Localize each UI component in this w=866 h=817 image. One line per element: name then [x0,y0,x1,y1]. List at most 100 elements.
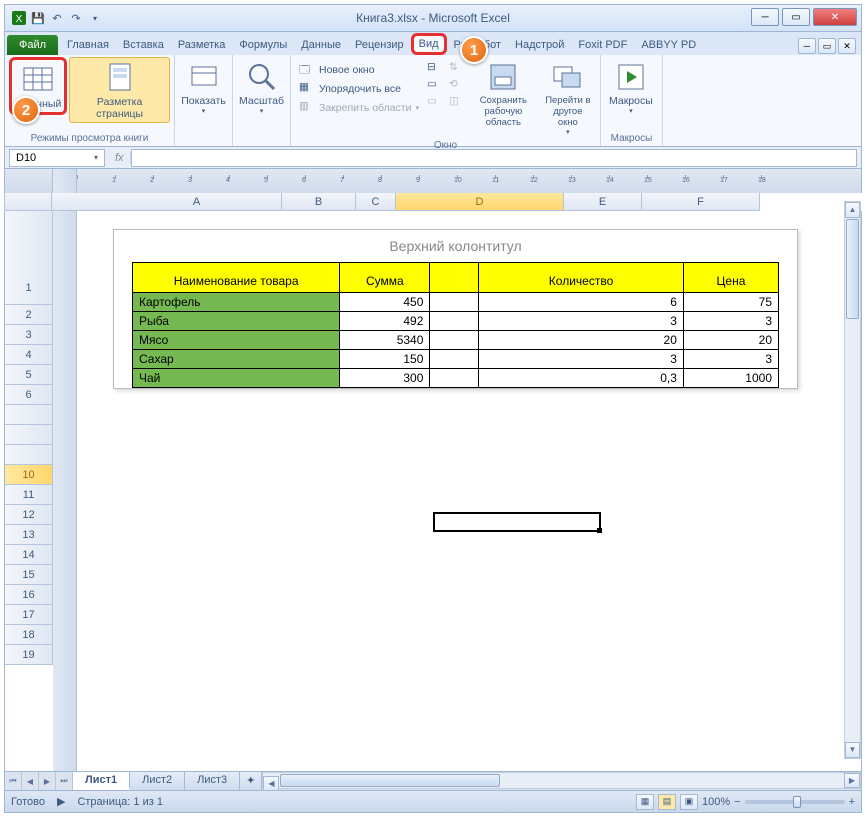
doc-restore-button[interactable]: ▭ [818,38,836,54]
tab-view[interactable]: Вид [411,33,447,55]
cell[interactable] [430,293,479,312]
save-workspace-button[interactable]: Сохранить рабочую область [469,57,538,130]
scroll-left-icon[interactable]: ◀ [263,776,279,791]
cell[interactable]: 20 [479,331,684,350]
cell[interactable] [430,369,479,388]
doc-minimize-button[interactable]: ─ [798,38,816,54]
hide-icon[interactable]: ▭ [427,78,443,94]
tab-abbyy[interactable]: ABBYY PD [634,35,703,55]
normal-view-icon[interactable]: ▦ [636,794,654,810]
page-layout-view-icon[interactable]: ▤ [658,794,676,810]
redo-icon[interactable]: ↷ [68,10,84,26]
table-header-4[interactable]: Цена [683,263,778,293]
show-button[interactable]: Показать ▾ [179,57,228,117]
row-hdr-16[interactable]: 16 [5,585,53,605]
row-hdr-17[interactable]: 17 [5,605,53,625]
cell[interactable]: 3 [683,350,778,369]
cell[interactable]: 75 [683,293,778,312]
cell[interactable] [430,350,479,369]
side-by-side-icon[interactable]: ◫ [449,95,465,111]
tab-nav-next[interactable]: ▶ [39,772,56,790]
select-all-corner[interactable] [4,193,52,211]
macros-button[interactable]: Макросы ▾ [605,57,657,117]
tab-home[interactable]: Главная [60,35,116,55]
zoom-slider[interactable] [745,800,845,804]
col-C[interactable]: C [356,193,396,211]
row-hdr-2[interactable]: 2 [5,305,53,325]
cell[interactable]: 492 [340,312,430,331]
doc-close-button[interactable]: ✕ [838,38,856,54]
reset-pos-icon[interactable]: ⟲ [449,78,465,94]
row-hdr-14[interactable]: 14 [5,545,53,565]
tab-nav-first[interactable]: ⏮ [5,772,22,790]
tab-formulas[interactable]: Формулы [232,35,294,55]
maximize-button[interactable]: ▭ [782,8,810,26]
cell[interactable]: 1000 [683,369,778,388]
cell[interactable] [430,312,479,331]
zoom-in-button[interactable]: + [849,796,855,808]
file-tab[interactable]: Файл [7,35,58,55]
zoom-out-button[interactable]: − [734,796,740,808]
zoom-button[interactable]: Масштаб ▾ [237,57,286,117]
new-window-button[interactable]: 🗔 Новое окно [295,61,423,79]
cell[interactable]: 3 [683,312,778,331]
row-hdr-5[interactable]: 5 [5,365,53,385]
table-header-3[interactable]: Количество [479,263,684,293]
zoom-level[interactable]: 100% [702,796,730,808]
row-hdr-6[interactable]: 6 [5,385,53,405]
scroll-right-icon[interactable]: ▶ [844,773,860,788]
split-icon[interactable]: ⊟ [427,61,443,77]
cell[interactable]: 300 [340,369,430,388]
tab-addins[interactable]: Надстрой [508,35,571,55]
cell[interactable]: 20 [683,331,778,350]
tab-nav-last[interactable]: ⏭ [56,772,73,790]
cell[interactable]: Мясо [133,331,340,350]
cell[interactable]: 0,3 [479,369,684,388]
freeze-panes-button[interactable]: ▥ Закрепить области ▾ [295,99,423,117]
arrange-all-button[interactable]: ▦ Упорядочить все [295,80,423,98]
sync-scroll-icon[interactable]: ⇅ [449,61,465,77]
switch-window-button[interactable]: Перейти в другое окно ▾ [540,57,596,138]
formula-bar[interactable] [131,149,857,167]
row-hdr-blank[interactable] [5,405,53,425]
tab-insert[interactable]: Вставка [116,35,171,55]
row-hdr-12[interactable]: 12 [5,505,53,525]
page-layout-button[interactable]: Разметка страницы [69,57,170,123]
scroll-thumb[interactable] [846,219,859,319]
macro-record-icon[interactable]: ▶ [57,795,65,808]
sheet-tab-3[interactable]: Лист3 [185,772,240,790]
table-header-1[interactable]: Сумма [340,263,430,293]
row-hdr-blank[interactable] [5,445,53,465]
cell[interactable]: Сахар [133,350,340,369]
minimize-button[interactable]: ─ [751,8,779,26]
save-icon[interactable]: 💾 [30,10,46,26]
cell[interactable] [430,331,479,350]
sheet-tab-2[interactable]: Лист2 [130,772,185,790]
qat-dropdown-icon[interactable]: ▾ [87,10,103,26]
cell[interactable]: Картофель [133,293,340,312]
horizontal-scrollbar[interactable]: ◀ ▶ [262,772,861,789]
table-header-2[interactable] [430,263,479,293]
dropdown-icon[interactable]: ▾ [94,153,98,162]
close-button[interactable]: ✕ [813,8,857,26]
row-hdr-19[interactable]: 19 [5,645,53,665]
tab-data[interactable]: Данные [294,35,348,55]
scroll-up-icon[interactable]: ▲ [845,202,860,218]
row-hdr-15[interactable]: 15 [5,565,53,585]
new-sheet-button[interactable]: ✦ [240,772,262,790]
cell[interactable]: Чай [133,369,340,388]
page-break-view-icon[interactable]: ▣ [680,794,698,810]
name-box[interactable]: D10 ▾ [9,149,105,167]
tab-pagelayout[interactable]: Разметка [171,35,233,55]
cell[interactable]: 5340 [340,331,430,350]
col-D[interactable]: D [396,193,564,211]
row-hdr-11[interactable]: 11 [5,485,53,505]
cell[interactable]: Рыба [133,312,340,331]
sheet-tab-1[interactable]: Лист1 [73,772,130,790]
col-B[interactable]: B [282,193,356,211]
page-header[interactable]: Верхний колонтитул [114,230,797,262]
col-F[interactable]: F [642,193,760,211]
row-hdr-3[interactable]: 3 [5,325,53,345]
cell[interactable]: 3 [479,312,684,331]
undo-icon[interactable]: ↶ [49,10,65,26]
